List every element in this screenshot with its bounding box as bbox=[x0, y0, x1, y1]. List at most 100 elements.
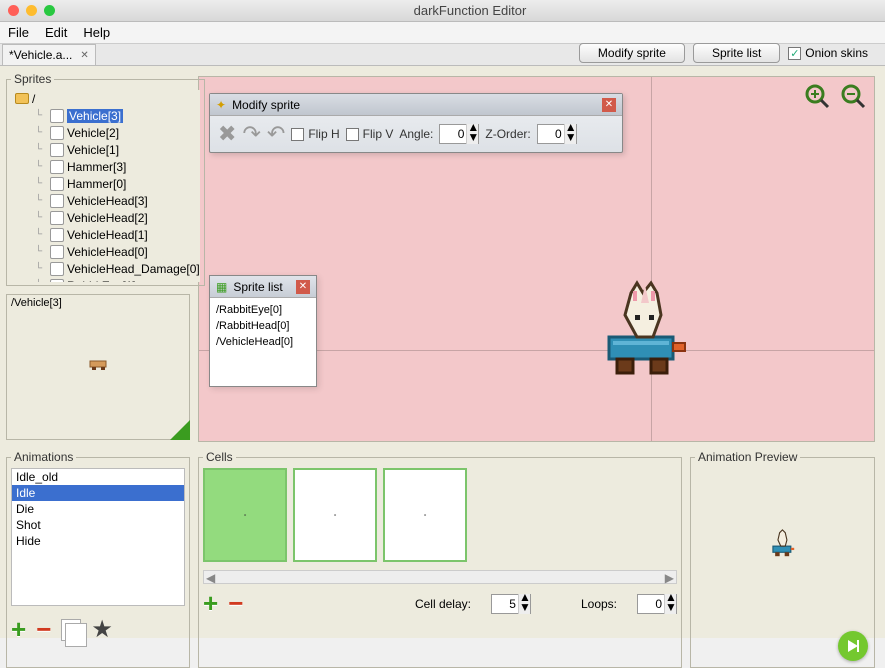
modify-sprite-button[interactable]: Modify sprite bbox=[579, 43, 685, 63]
remove-animation-button[interactable]: − bbox=[36, 614, 51, 645]
sprite-list-panel-title: Sprite list bbox=[233, 280, 282, 294]
sprite-canvas[interactable]: Modify sprite Sprite list ✓ Onion skins … bbox=[198, 76, 875, 442]
resize-handle-icon[interactable] bbox=[170, 420, 190, 440]
tree-item-label: Hammer[3] bbox=[67, 160, 126, 174]
cell-delay-spinner[interactable]: ▲▼ bbox=[491, 594, 531, 614]
flip-v-label: Flip V bbox=[363, 127, 394, 141]
remove-cell-button[interactable]: − bbox=[228, 588, 243, 619]
preview-sprite-art bbox=[769, 529, 797, 557]
tree-item[interactable]: └Vehicle[2] bbox=[11, 124, 200, 141]
animation-item[interactable]: Die bbox=[12, 501, 184, 517]
file-icon bbox=[50, 228, 64, 242]
tree-item-label: Vehicle[3] bbox=[67, 109, 123, 123]
sprite-list-label: Sprite list bbox=[712, 46, 761, 60]
sprite-thumbnail-art bbox=[89, 359, 109, 374]
zoom-out-icon[interactable] bbox=[840, 83, 866, 109]
sprite-list-item[interactable]: /VehicleHead[0] bbox=[216, 334, 310, 350]
zorder-input[interactable] bbox=[538, 126, 564, 142]
tree-item[interactable]: └VehicleHead[1] bbox=[11, 226, 200, 243]
play-button[interactable] bbox=[838, 631, 868, 661]
flip-v-checkbox[interactable]: Flip V bbox=[346, 127, 394, 141]
tab-close-icon[interactable]: ✕ bbox=[80, 50, 88, 61]
panel-close-icon[interactable]: ✕ bbox=[602, 98, 616, 112]
tree-item-label: VehicleHead[1] bbox=[67, 228, 148, 242]
animation-item[interactable]: Idle_old bbox=[12, 469, 184, 485]
animation-preview-panel: Animation Preview bbox=[690, 450, 875, 668]
tree-item[interactable]: └VehicleHead[3] bbox=[11, 192, 200, 209]
panel-close-icon[interactable]: ✕ bbox=[296, 280, 310, 294]
angle-spinner[interactable]: ▲▼ bbox=[439, 124, 479, 144]
zoom-in-icon[interactable] bbox=[804, 83, 830, 109]
sprite-list-item[interactable]: /RabbitEye[0] bbox=[216, 302, 310, 318]
sprite-list-item[interactable]: /RabbitHead[0] bbox=[216, 318, 310, 334]
duplicate-animation-button[interactable] bbox=[61, 619, 81, 641]
redo-icon[interactable]: ↷ bbox=[242, 121, 260, 147]
tree-item-label: RabbitEye[1] bbox=[67, 279, 136, 283]
checkbox-icon bbox=[291, 128, 304, 141]
menu-edit[interactable]: Edit bbox=[45, 25, 67, 40]
spinner-down-icon[interactable]: ▼ bbox=[467, 134, 478, 144]
onion-skins-checkbox[interactable]: ✓ Onion skins bbox=[788, 46, 868, 60]
angle-input[interactable] bbox=[440, 126, 466, 142]
tree-root[interactable]: / bbox=[11, 90, 200, 107]
preview-legend: Animation Preview bbox=[695, 450, 800, 464]
tree-item[interactable]: └RabbitEye[1] bbox=[11, 277, 200, 282]
favorite-animation-button[interactable]: ★ bbox=[91, 615, 113, 644]
animations-list[interactable]: Idle_old Idle Die Shot Hide bbox=[11, 468, 185, 606]
modify-sprite-panel[interactable]: ✦ Modify sprite ✕ ✖ ↷ ↶ Flip H Flip V An… bbox=[209, 93, 623, 153]
tree-item[interactable]: └VehicleHead_Damage[0] bbox=[11, 260, 200, 277]
file-icon bbox=[50, 126, 64, 140]
undo-icon[interactable]: ↶ bbox=[267, 121, 285, 147]
sprite-list-button[interactable]: Sprite list bbox=[693, 43, 780, 63]
menu-help[interactable]: Help bbox=[83, 25, 110, 40]
file-icon bbox=[50, 109, 64, 123]
tree-item[interactable]: └Vehicle[1] bbox=[11, 141, 200, 158]
document-tab-label: *Vehicle.a... bbox=[9, 48, 72, 62]
cell-frame[interactable]: ◦ bbox=[293, 468, 377, 562]
sprite-list-panel[interactable]: ▦ Sprite list ✕ /RabbitEye[0] /RabbitHea… bbox=[209, 275, 317, 387]
tree-item-label: Vehicle[1] bbox=[67, 143, 119, 157]
add-cell-button[interactable]: + bbox=[203, 588, 218, 619]
window-close-button[interactable] bbox=[8, 5, 19, 16]
animation-item[interactable]: Hide bbox=[12, 533, 184, 549]
zorder-spinner[interactable]: ▲▼ bbox=[537, 124, 577, 144]
menu-file[interactable]: File bbox=[8, 25, 29, 40]
loops-spinner[interactable]: ▲▼ bbox=[637, 594, 677, 614]
spinner-down-icon[interactable]: ▼ bbox=[519, 604, 530, 614]
cells-scrollbar[interactable]: ◀▶ bbox=[203, 570, 677, 584]
cells-legend: Cells bbox=[203, 450, 236, 464]
loops-input[interactable] bbox=[638, 596, 664, 612]
window-zoom-button[interactable] bbox=[44, 5, 55, 16]
cell-frame[interactable]: ◦ bbox=[203, 468, 287, 562]
tree-item[interactable]: └VehicleHead[2] bbox=[11, 209, 200, 226]
add-animation-button[interactable]: + bbox=[11, 614, 26, 645]
checkbox-icon bbox=[346, 128, 359, 141]
spinner-down-icon[interactable]: ▼ bbox=[565, 134, 576, 144]
modify-sprite-label: Modify sprite bbox=[598, 46, 666, 60]
tree-item[interactable]: └VehicleHead[0] bbox=[11, 243, 200, 260]
tree-item[interactable]: └Hammer[0] bbox=[11, 175, 200, 192]
spinner-down-icon[interactable]: ▼ bbox=[665, 604, 676, 614]
flip-h-checkbox[interactable]: Flip H bbox=[291, 127, 339, 141]
file-icon bbox=[50, 194, 64, 208]
animations-legend: Animations bbox=[11, 450, 76, 464]
angle-label: Angle: bbox=[399, 127, 433, 141]
sprites-tree[interactable]: / └Vehicle[3] └Vehicle[2] └Vehicle[1] └H… bbox=[11, 90, 200, 282]
document-tab[interactable]: *Vehicle.a... ✕ bbox=[2, 44, 96, 65]
cell-frame[interactable]: ◦ bbox=[383, 468, 467, 562]
file-icon bbox=[50, 245, 64, 259]
zorder-label: Z-Order: bbox=[485, 127, 530, 141]
cell-delay-input[interactable] bbox=[492, 596, 518, 612]
sprites-panel: Sprites / └Vehicle[3] └Vehicle[2] └Vehic… bbox=[6, 72, 205, 286]
window-minimize-button[interactable] bbox=[26, 5, 37, 16]
tree-item-label: VehicleHead[2] bbox=[67, 211, 148, 225]
tree-root-label: / bbox=[32, 92, 35, 106]
cell-delay-label: Cell delay: bbox=[415, 597, 471, 611]
animation-item[interactable]: Shot bbox=[12, 517, 184, 533]
file-icon bbox=[50, 160, 64, 174]
animation-item[interactable]: Idle bbox=[12, 485, 184, 501]
onion-skins-label: Onion skins bbox=[805, 46, 868, 60]
tree-item[interactable]: └Hammer[3] bbox=[11, 158, 200, 175]
tree-item[interactable]: └Vehicle[3] bbox=[11, 107, 200, 124]
delete-icon[interactable]: ✖ bbox=[218, 121, 236, 147]
